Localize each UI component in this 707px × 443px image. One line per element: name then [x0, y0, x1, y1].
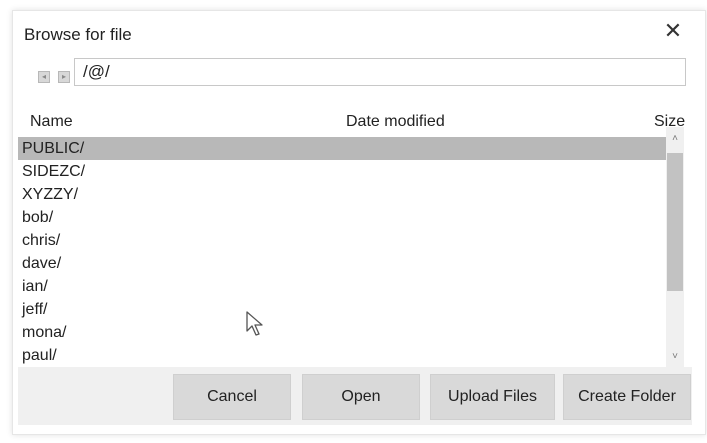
list-item[interactable]: bob/ — [18, 206, 668, 229]
list-scrollbar[interactable]: ˄ ˅ — [666, 127, 684, 367]
file-name: jeff/ — [22, 301, 48, 318]
create-folder-button[interactable]: Create Folder — [563, 374, 691, 420]
file-name: ian/ — [22, 278, 48, 295]
list-item[interactable]: paul/ — [18, 344, 668, 367]
list-item[interactable]: ian/ — [18, 275, 668, 298]
cancel-button[interactable]: Cancel — [173, 374, 291, 420]
file-name: XYZZY/ — [22, 186, 79, 203]
file-name: PUBLIC/ — [22, 140, 85, 157]
forward-icon[interactable]: ▸ — [58, 71, 70, 83]
dialog-title: Browse for file — [24, 25, 132, 44]
file-name: mona/ — [22, 324, 67, 341]
list-item[interactable]: SIDEZC/ — [18, 160, 668, 183]
file-name: bob/ — [22, 209, 54, 226]
list-item[interactable]: jeff/ — [18, 298, 668, 321]
file-name: dave/ — [22, 255, 62, 272]
file-list: PUBLIC/ SIDEZC/ XYZZY/ bob/ chris/ dave/… — [18, 125, 692, 369]
path-input[interactable] — [74, 58, 686, 86]
file-name: SIDEZC/ — [22, 163, 86, 180]
list-item[interactable]: PUBLIC/ — [18, 137, 668, 160]
file-name: paul/ — [22, 347, 57, 364]
list-item[interactable]: chris/ — [18, 229, 668, 252]
list-item[interactable]: dave/ — [18, 252, 668, 275]
file-name: chris/ — [22, 232, 61, 249]
scroll-down-icon[interactable]: ˅ — [666, 349, 684, 365]
back-icon[interactable]: ◂ — [38, 71, 50, 83]
open-button[interactable]: Open — [302, 374, 420, 420]
mouse-pointer-icon — [246, 311, 263, 336]
close-icon[interactable]: ✕ — [660, 18, 686, 44]
upload-files-button[interactable]: Upload Files — [430, 374, 555, 420]
list-item[interactable]: XYZZY/ — [18, 183, 668, 206]
list-item[interactable]: mona/ — [18, 321, 668, 344]
scroll-up-icon[interactable]: ˄ — [666, 131, 684, 147]
scroll-thumb[interactable] — [667, 153, 683, 291]
